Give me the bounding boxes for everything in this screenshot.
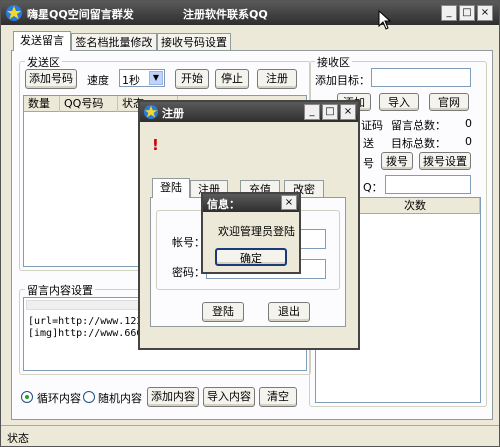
info-title-bar: 信息： ×	[203, 194, 299, 212]
close-button[interactable]: ×	[281, 195, 297, 210]
status-bar: 状态	[1, 425, 499, 446]
number-label: 号	[363, 157, 374, 170]
target-total-label: 目标总数：	[391, 137, 446, 150]
message-total-label: 留言总数：	[391, 119, 446, 132]
speed-label: 速度	[87, 74, 109, 87]
content-line: [img]http://www.66666	[28, 328, 155, 339]
verify-code-label: 证码	[361, 119, 383, 132]
register-button[interactable]: 注册	[257, 69, 297, 89]
status-text: 状态	[7, 432, 29, 445]
target-total-value: 0	[465, 135, 472, 148]
dial-settings-button[interactable]: 拨号设置	[419, 152, 471, 170]
loop-content-radio[interactable]	[21, 391, 33, 403]
maximize-button[interactable]: □	[459, 5, 475, 21]
tab-signature-edit[interactable]: 签名档批量修改	[71, 33, 157, 51]
stop-button[interactable]: 停止	[215, 69, 249, 89]
minimize-button[interactable]: _	[304, 104, 320, 120]
content-line: [url=http://www.12345	[28, 316, 155, 327]
minimize-button[interactable]: _	[441, 5, 457, 21]
official-site-button[interactable]: 官网	[429, 93, 469, 111]
message-total-value: 0	[465, 117, 472, 130]
register-title-bar: 注册 _ □ ×	[140, 102, 358, 122]
add-target-input[interactable]	[371, 68, 471, 87]
exit-button[interactable]: 退出	[268, 302, 310, 322]
warning-icon: !	[152, 136, 159, 154]
add-target-label: 添加目标：	[315, 74, 370, 87]
content-area-legend: 留言内容设置	[25, 282, 95, 298]
clear-button[interactable]: 清空	[259, 387, 297, 407]
info-dialog: 信息： × 欢迎管理员登陆 确定	[201, 192, 301, 274]
random-content-label: 随机内容	[98, 392, 142, 405]
start-button[interactable]: 开始	[175, 69, 209, 89]
qq-label: Q：	[363, 181, 383, 194]
send-label: 送	[363, 137, 374, 150]
send-area-legend: 发送区	[25, 54, 62, 70]
speed-value: 1秒	[122, 74, 140, 87]
import-content-button[interactable]: 导入内容	[203, 387, 255, 407]
receive-area-legend: 接收区	[315, 54, 352, 70]
title-bar: 嗨星QQ空间留言群发 注册软件联系QQ _ □ ×	[1, 1, 499, 25]
close-button[interactable]: ×	[477, 5, 493, 21]
add-content-button[interactable]: 添加内容	[147, 387, 199, 407]
contact-text: 注册软件联系QQ	[183, 8, 268, 21]
info-message: 欢迎管理员登陆	[218, 225, 295, 238]
tab-receive-settings[interactable]: 接收号码设置	[157, 33, 231, 51]
column-header[interactable]: 次数	[366, 198, 480, 214]
info-title: 信息：	[207, 198, 240, 211]
tab-send-message[interactable]: 发送留言	[13, 31, 71, 51]
close-button[interactable]: ×	[340, 104, 356, 120]
random-content-radio[interactable]	[83, 391, 95, 403]
add-number-button[interactable]: 添加号码	[25, 69, 77, 89]
loop-content-label: 循环内容	[37, 392, 81, 405]
speed-select[interactable]: 1秒 ▼	[119, 69, 165, 87]
column-header[interactable]: QQ号码	[60, 96, 118, 112]
register-title: 注册	[162, 107, 184, 120]
mouse-cursor-icon	[378, 10, 392, 30]
dial-button[interactable]: 拨号	[381, 152, 413, 170]
maximize-button[interactable]: □	[322, 104, 338, 120]
import-target-button[interactable]: 导入	[379, 93, 419, 111]
qq-input[interactable]	[385, 175, 471, 194]
app-star-icon	[6, 5, 22, 21]
tab-login[interactable]: 登陆	[152, 178, 190, 198]
window-title: 嗨星QQ空间留言群发	[27, 8, 134, 21]
login-button[interactable]: 登陆	[202, 302, 244, 322]
column-header[interactable]: 数量	[24, 96, 60, 112]
chevron-down-icon: ▼	[149, 71, 163, 85]
app-star-icon	[143, 104, 159, 120]
ok-button[interactable]: 确定	[215, 248, 287, 266]
